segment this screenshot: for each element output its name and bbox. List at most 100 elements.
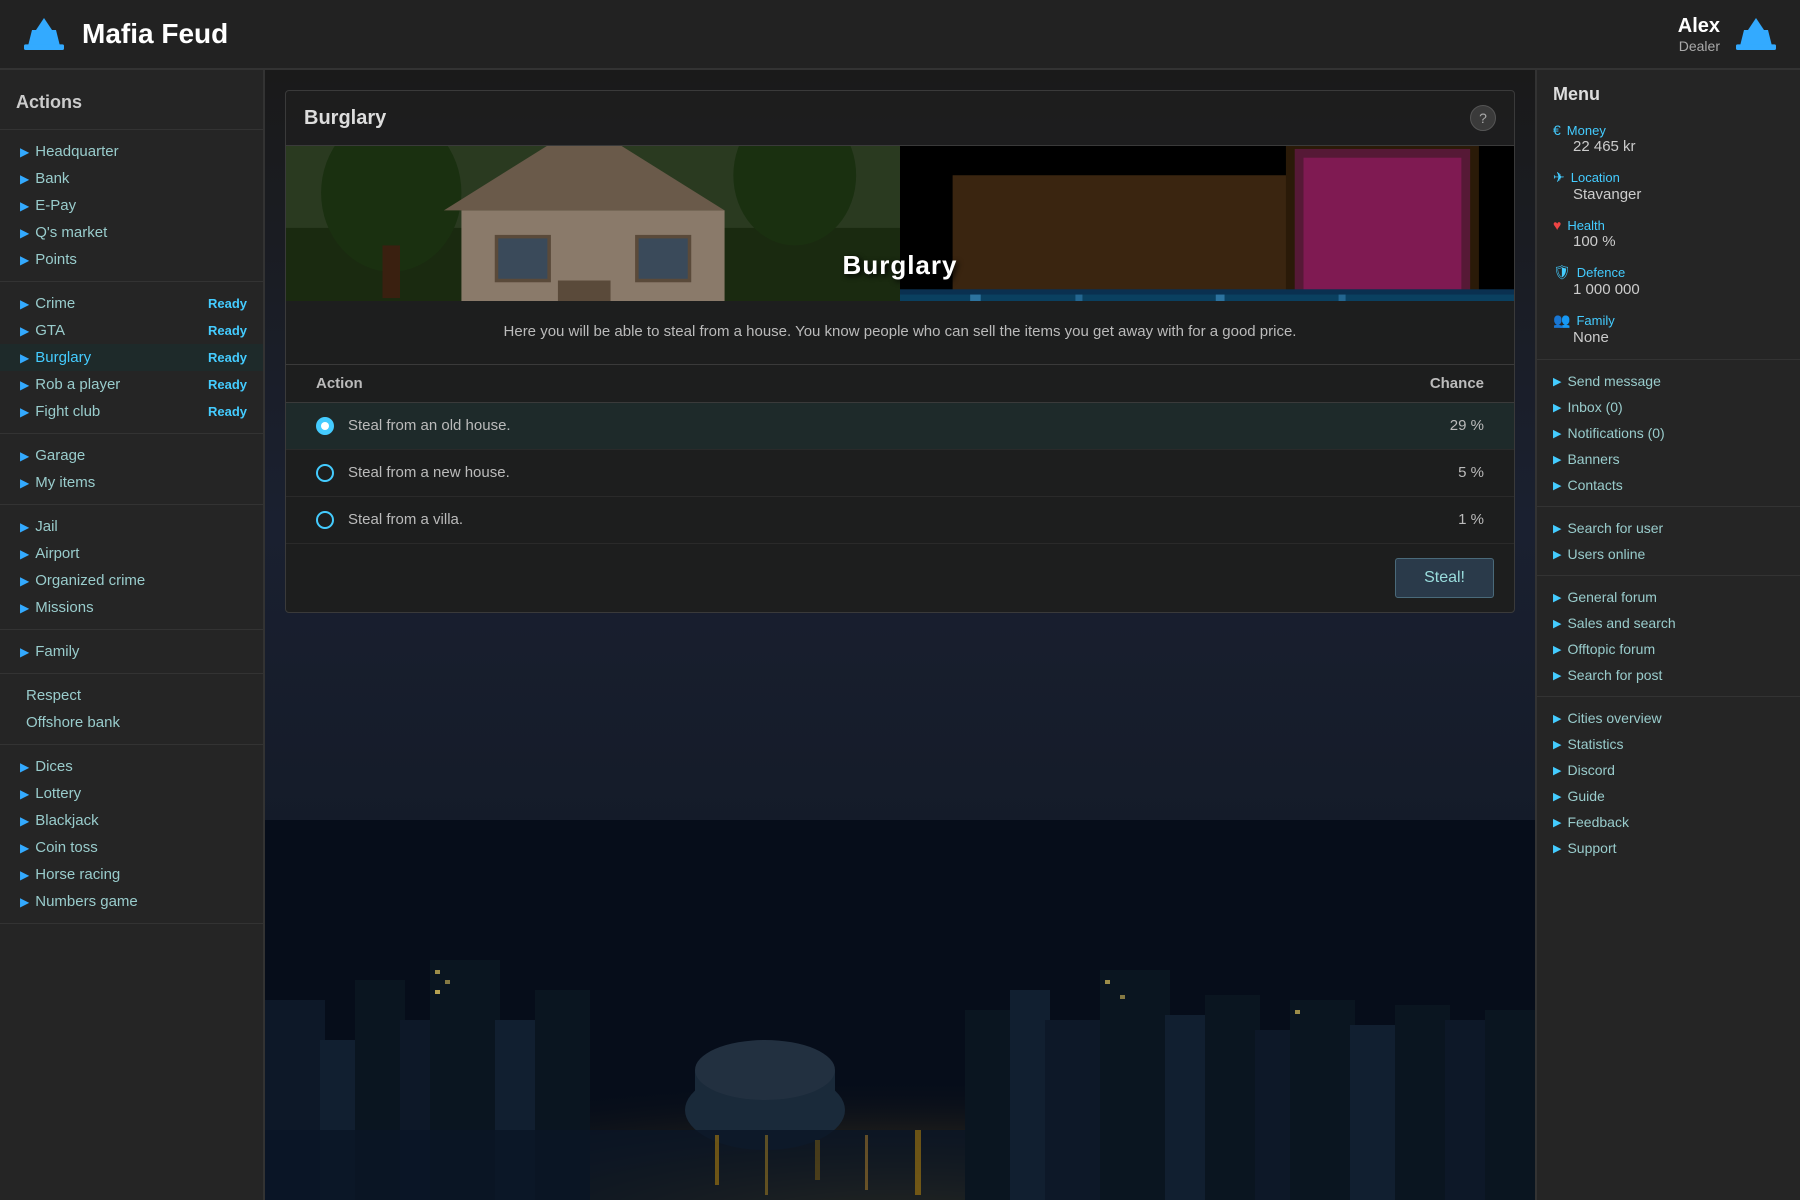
radio-villa[interactable] (316, 511, 334, 529)
menu-link-discord[interactable]: ▶ Discord (1537, 757, 1800, 783)
arrow-icon: ▶ (20, 868, 29, 882)
menu-link-general-forum[interactable]: ▶ General forum (1537, 584, 1800, 610)
menu-link-guide[interactable]: ▶ Guide (1537, 783, 1800, 809)
menu-stat-family: 👥 Family None (1537, 307, 1800, 351)
arrow-icon: ▶ (20, 405, 29, 419)
sidebar-item-family[interactable]: ▶Family (0, 638, 263, 665)
menu-link-label: Statistics (1567, 736, 1623, 752)
menu-link-users-online[interactable]: ▶ Users online (1537, 541, 1800, 567)
sidebar-item-burglary[interactable]: ▶Burglary Ready (0, 344, 263, 371)
menu-divider-1 (1537, 359, 1800, 360)
user-name: Alex (1678, 15, 1720, 38)
sidebar-item-numbers-game[interactable]: ▶Numbers game (0, 888, 263, 915)
sidebar-item-respect[interactable]: Respect (0, 682, 263, 709)
sidebar-item-offshore[interactable]: Offshore bank (0, 709, 263, 736)
menu-link-label: Offtopic forum (1567, 641, 1655, 657)
sidebar-item-points[interactable]: ▶Points (0, 246, 263, 273)
arrow-icon: ▶ (1553, 479, 1561, 492)
menu-link-notifications[interactable]: ▶ Notifications (0) (1537, 420, 1800, 446)
health-label: ♥ Health (1553, 217, 1784, 233)
arrow-icon: ▶ (20, 814, 29, 828)
family-label: 👥 Family (1553, 312, 1784, 329)
location-value: Stavanger (1553, 186, 1784, 203)
menu-link-search-user[interactable]: ▶ Search for user (1537, 515, 1800, 541)
sidebar-item-horse-racing[interactable]: ▶Horse racing (0, 861, 263, 888)
radio-new-house[interactable] (316, 464, 334, 482)
sidebar-item-missions[interactable]: ▶Missions (0, 594, 263, 621)
sidebar-item-qsmarket[interactable]: ▶Q's market (0, 219, 263, 246)
sidebar-item-epay[interactable]: ▶E-Pay (0, 192, 263, 219)
sidebar-item-jail[interactable]: ▶Jail (0, 513, 263, 540)
action-label-old-house: Steal from an old house. (348, 417, 511, 434)
menu-link-feedback[interactable]: ▶ Feedback (1537, 809, 1800, 835)
menu-link-sales[interactable]: ▶ Sales and search (1537, 610, 1800, 636)
app-title: Mafia Feud (82, 18, 228, 50)
sidebar-item-lottery[interactable]: ▶Lottery (0, 780, 263, 807)
menu-link-label: Cities overview (1567, 710, 1661, 726)
action-label-villa: Steal from a villa. (348, 511, 463, 528)
action-label-new-house: Steal from a new house. (348, 464, 510, 481)
sidebar-item-gta[interactable]: ▶GTA Ready (0, 317, 263, 344)
menu-divider-4 (1537, 696, 1800, 697)
city-skyline (265, 820, 1535, 1200)
menu-link-label: Send message (1567, 373, 1660, 389)
sidebar-item-organized-crime[interactable]: ▶Organized crime (0, 567, 263, 594)
sidebar-item-headquarter[interactable]: ▶Headquarter (0, 138, 263, 165)
sidebar-item-bank[interactable]: ▶Bank (0, 165, 263, 192)
action-row-new-house[interactable]: Steal from a new house. 5 % (286, 450, 1514, 497)
action-row-old-house[interactable]: Steal from an old house. 29 % (286, 403, 1514, 450)
sidebar-item-airport[interactable]: ▶Airport (0, 540, 263, 567)
burglary-badge: Ready (208, 350, 247, 365)
menu-link-label: Search for post (1567, 667, 1662, 683)
menu-link-banners[interactable]: ▶ Banners (1537, 446, 1800, 472)
euro-icon: € (1553, 122, 1561, 138)
sidebar-item-garage[interactable]: ▶Garage (0, 442, 263, 469)
menu-link-cities[interactable]: ▶ Cities overview (1537, 705, 1800, 731)
arrow-icon: ▶ (1553, 790, 1561, 803)
health-label-text: Health (1567, 218, 1605, 233)
arrow-icon: ▶ (20, 520, 29, 534)
arrow-icon: ▶ (20, 787, 29, 801)
defence-label-text: Defence (1577, 265, 1625, 280)
menu-link-search-post[interactable]: ▶ Search for post (1537, 662, 1800, 688)
sidebar-item-rob-player[interactable]: ▶Rob a player Ready (0, 371, 263, 398)
money-value: 22 465 kr (1553, 138, 1784, 155)
help-icon[interactable]: ? (1470, 105, 1496, 131)
sidebar-item-my-items[interactable]: ▶My items (0, 469, 263, 496)
action-row-villa[interactable]: Steal from a villa. 1 % (286, 497, 1514, 544)
arrow-icon: ▶ (1553, 764, 1561, 777)
content-header: Burglary ? (286, 91, 1514, 146)
menu-link-inbox[interactable]: ▶ Inbox (0) (1537, 394, 1800, 420)
menu-link-label: Users online (1567, 546, 1645, 562)
menu-link-statistics[interactable]: ▶ Statistics (1537, 731, 1800, 757)
mafia-hat-icon (20, 14, 68, 54)
menu-divider-2 (1537, 506, 1800, 507)
sidebar-section-main: ▶Headquarter ▶Bank ▶E-Pay ▶Q's market ▶P… (0, 130, 263, 282)
arrow-icon: ▶ (20, 574, 29, 588)
burglary-image-label: Burglary (843, 250, 958, 281)
arrow-icon: ▶ (1553, 617, 1561, 630)
menu-link-offtopic[interactable]: ▶ Offtopic forum (1537, 636, 1800, 662)
menu-link-support[interactable]: ▶ Support (1537, 835, 1800, 861)
menu-link-contacts[interactable]: ▶ Contacts (1537, 472, 1800, 498)
app-header: Mafia Feud Alex Dealer (0, 0, 1800, 70)
menu-stat-location: ✈ Location Stavanger (1537, 164, 1800, 208)
menu-link-label: Sales and search (1567, 615, 1675, 631)
menu-link-label: Guide (1567, 788, 1604, 804)
steal-button[interactable]: Steal! (1395, 558, 1494, 598)
sidebar-item-cointoss[interactable]: ▶Coin toss (0, 834, 263, 861)
sidebar-item-crime[interactable]: ▶Crime Ready (0, 290, 263, 317)
defence-label: 🛡 Defence (1553, 264, 1784, 281)
content-title: Burglary (304, 107, 386, 130)
radio-old-house[interactable] (316, 417, 334, 435)
menu-link-send-message[interactable]: ▶ Send message (1537, 368, 1800, 394)
menu-link-label: Search for user (1567, 520, 1663, 536)
sidebar-item-dices[interactable]: ▶Dices (0, 753, 263, 780)
arrow-icon: ▶ (20, 199, 29, 213)
plane-icon: ✈ (1553, 169, 1565, 186)
sidebar-item-blackjack[interactable]: ▶Blackjack (0, 807, 263, 834)
sidebar-item-fight-club[interactable]: ▶Fight club Ready (0, 398, 263, 425)
gta-badge: Ready (208, 323, 247, 338)
arrow-icon: ▶ (1553, 591, 1561, 604)
menu-link-label: Discord (1567, 762, 1614, 778)
